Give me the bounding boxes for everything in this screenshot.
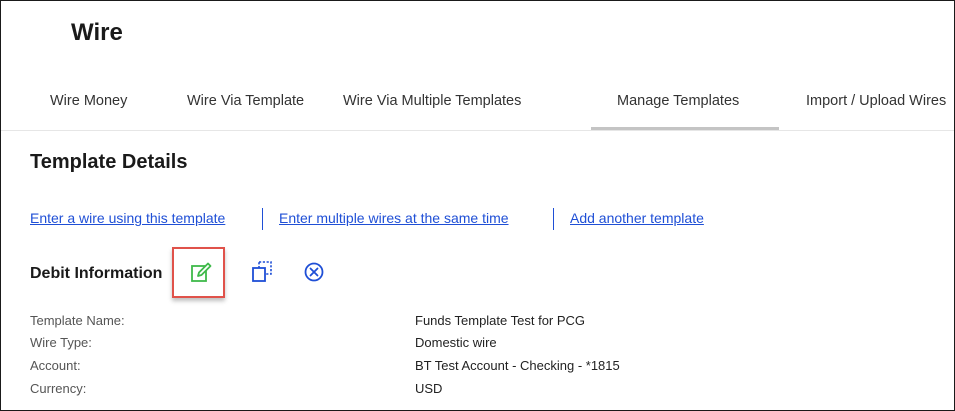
tab-wire-money[interactable]: Wire Money <box>50 93 127 109</box>
tab-bar: Wire Money Wire Via Template Wire Via Mu… <box>1 93 954 131</box>
tab-wire-via-multiple-templates[interactable]: Wire Via Multiple Templates <box>343 93 521 109</box>
app-title: Wire <box>71 19 123 46</box>
tab-wire-via-template[interactable]: Wire Via Template <box>187 93 304 109</box>
wire-type-value: Domestic wire <box>415 335 497 350</box>
link-enter-wire-using-template[interactable]: Enter a wire using this template <box>30 210 225 226</box>
tab-manage-templates[interactable]: Manage Templates <box>617 93 739 109</box>
copy-icon[interactable] <box>250 260 274 284</box>
tab-bar-divider <box>1 130 954 131</box>
section-title: Template Details <box>30 151 188 173</box>
link-add-another-template[interactable]: Add another template <box>570 210 704 226</box>
link-enter-multiple-wires[interactable]: Enter multiple wires at the same time <box>279 210 509 226</box>
account-label: Account: <box>30 358 81 373</box>
wire-type-label: Wire Type: <box>30 335 92 350</box>
currency-value: USD <box>415 381 443 396</box>
wire-page: Wire Wire Money Wire Via Template Wire V… <box>0 0 955 411</box>
currency-label: Currency: <box>30 381 87 396</box>
edit-icon[interactable] <box>190 262 212 284</box>
cancel-circle-icon[interactable] <box>303 261 325 283</box>
tab-import-upload-wires[interactable]: Import / Upload Wires <box>806 93 946 109</box>
template-name-label: Template Name: <box>30 313 125 328</box>
debit-information-title: Debit Information <box>30 265 163 282</box>
link-separator <box>553 208 554 230</box>
account-value: BT Test Account - Checking - *1815 <box>415 358 620 373</box>
link-separator <box>262 208 263 230</box>
template-name-value: Funds Template Test for PCG <box>415 313 586 328</box>
active-tab-indicator <box>591 127 779 130</box>
